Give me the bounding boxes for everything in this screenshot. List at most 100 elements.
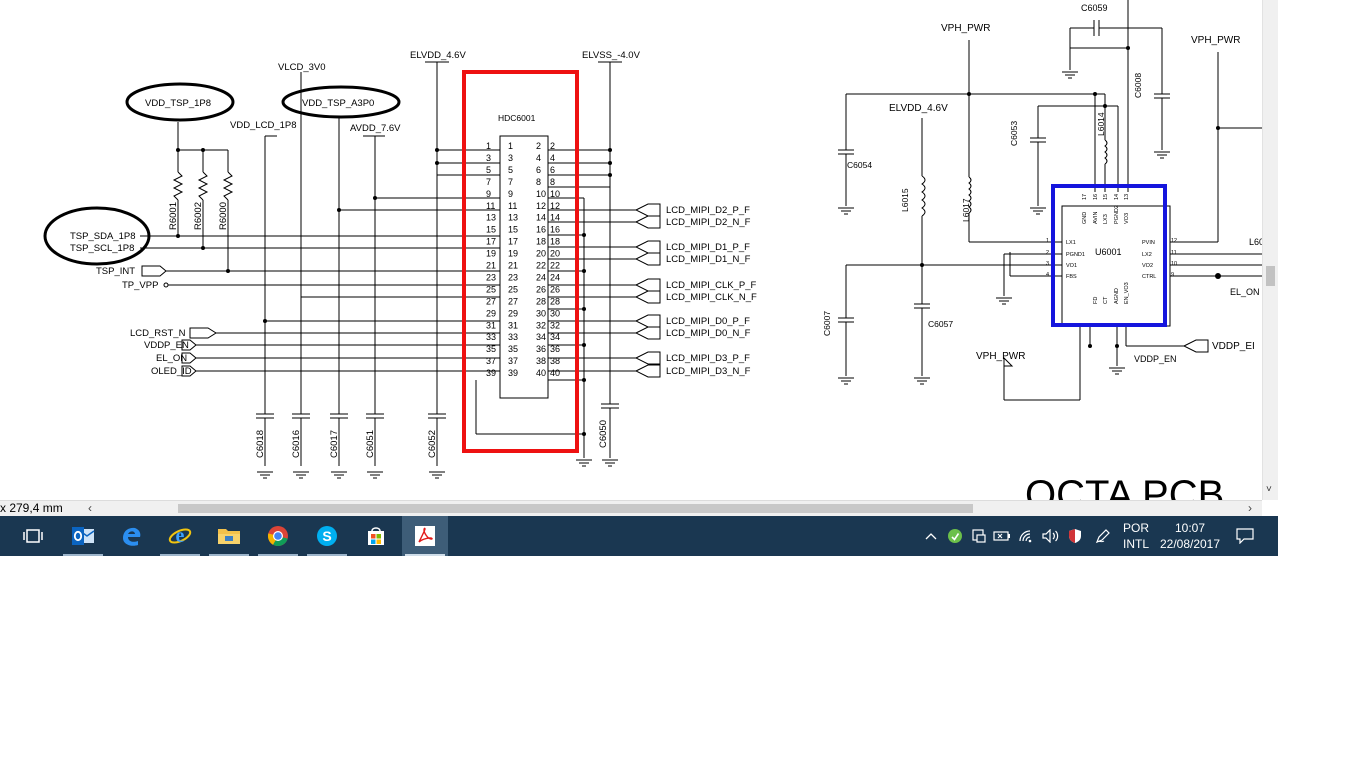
ic-pin-left: LX1	[1066, 240, 1076, 246]
acrobat-button[interactable]	[402, 516, 448, 556]
label-c6053: C6053	[1009, 121, 1019, 146]
label-c6008: C6008	[1133, 73, 1143, 98]
label-mipi-d2-p: LCD_MIPI_D2_P_F	[666, 205, 750, 216]
connector-pin-inner-odd: 5	[508, 165, 513, 175]
leaf-app-icon	[948, 529, 962, 543]
connector-pin-inner-even: 26	[536, 284, 546, 294]
volume-button[interactable]	[1040, 516, 1062, 556]
ic-pin-right: LX2	[1142, 252, 1152, 258]
ic-pin-number-left: 2	[1046, 250, 1049, 256]
internet-explorer-button[interactable]: e	[157, 516, 203, 556]
input-language-button[interactable]: POR INTL	[1116, 520, 1156, 552]
ic-pin-right: VO2	[1142, 263, 1153, 269]
show-hidden-icons-button[interactable]	[920, 516, 942, 556]
store-button[interactable]	[353, 516, 399, 556]
connector-pin-outer-even: 38	[550, 356, 560, 366]
ic-pin-number-top: 16	[1093, 194, 1099, 200]
ic-pin-top: VO3	[1124, 213, 1130, 224]
horizontal-scroll-thumb[interactable]	[178, 504, 973, 513]
action-center-button[interactable]	[1232, 516, 1258, 556]
label-c6018: C6018	[255, 430, 266, 458]
label-l6017: L6017	[961, 198, 971, 222]
connector-pin-inner-odd: 35	[508, 344, 518, 354]
label-vlcd-3v0: VLCD_3V0	[278, 62, 326, 73]
vertical-scroll-thumb[interactable]	[1266, 266, 1275, 286]
connector-pin-inner-even: 24	[536, 272, 546, 282]
connector-pin-outer-odd: 7	[486, 177, 491, 187]
edge-button[interactable]	[108, 516, 154, 556]
connector-pin-inner-odd: 7	[508, 177, 513, 187]
language-code: POR	[1122, 521, 1149, 535]
vertical-scrollbar[interactable]: ˅	[1262, 0, 1278, 500]
connector-pin-inner-even: 36	[536, 344, 546, 354]
explorer-open-indicator	[209, 554, 249, 556]
label-lcd-rst-n: LCD_RST_N	[130, 328, 186, 339]
skype-button[interactable]: S	[304, 516, 350, 556]
pen-workspace-button[interactable]	[1092, 516, 1114, 556]
folder-icon	[218, 529, 240, 544]
label-connector-ref: HDC6001	[498, 113, 536, 123]
security-button[interactable]	[1064, 516, 1086, 556]
label-elvdd-4v6: ELVDD_4.6V	[410, 50, 466, 61]
label-tp-vpp: TP_VPP	[122, 280, 158, 291]
label-mipi-clk-p: LCD_MIPI_CLK_P_F	[666, 280, 756, 291]
connector-pin-inner-odd: 1	[508, 141, 513, 151]
clock-button[interactable]: 10:07 22/08/2017	[1156, 520, 1224, 552]
chevron-up-icon	[925, 533, 937, 540]
label-oled-id: OLED_ID	[151, 366, 192, 377]
svg-text:e: e	[176, 525, 185, 547]
keyboard-layout: INTL	[1122, 537, 1149, 551]
outlook-button[interactable]	[60, 516, 106, 556]
chrome-button[interactable]	[255, 516, 301, 556]
label-mipi-d1-p: LCD_MIPI_D1_P_F	[666, 242, 750, 253]
scroll-right-arrow[interactable]: ›	[1248, 501, 1252, 515]
connector-pin-outer-even: 36	[550, 344, 560, 354]
edge-icon	[123, 527, 141, 546]
label-l6014: L6014	[1096, 112, 1106, 136]
connector-pin-inner-odd: 13	[508, 213, 518, 223]
connector-pin-inner-even: 6	[536, 165, 541, 175]
label-vddp-en-flag: VDDP_EI	[1212, 341, 1255, 352]
label-c6016: C6016	[291, 430, 302, 458]
label-r6001: R6001	[168, 202, 179, 230]
connector-pin-outer-odd: 19	[486, 249, 496, 259]
label-vdd-tsp-1p8: VDD_TSP_1P8	[145, 98, 211, 109]
label-mipi-clk-n: LCD_MIPI_CLK_N_F	[666, 292, 757, 303]
ic-pin-bottom: AGND	[1114, 288, 1120, 304]
battery-button[interactable]	[991, 516, 1013, 556]
ic-pin-number-top: 15	[1103, 194, 1109, 200]
connector-pin-inner-odd: 9	[508, 189, 513, 199]
acrobat-open-indicator	[405, 554, 445, 556]
connector-pin-inner-even: 34	[536, 332, 546, 342]
label-elvdd-right: ELVDD_4.6V	[889, 103, 948, 114]
notification-icon	[1236, 528, 1254, 544]
skype-icon: S	[317, 526, 337, 546]
scroll-down-arrow[interactable]: ˅	[1266, 484, 1272, 495]
scroll-left-arrow[interactable]: ‹	[88, 501, 92, 515]
file-explorer-button[interactable]	[206, 516, 252, 556]
pen-icon	[1095, 529, 1110, 544]
ic-pin-right: CTRL	[1142, 274, 1156, 280]
wifi-icon	[1019, 530, 1032, 543]
connector-pin-inner-even: 18	[536, 237, 546, 247]
connector-pin-inner-odd: 3	[508, 153, 513, 163]
connector-pin-inner-odd: 17	[508, 237, 518, 247]
network-button[interactable]	[1016, 516, 1038, 556]
connector-pin-outer-odd: 9	[486, 189, 491, 199]
connector-pin-inner-odd: 15	[508, 225, 518, 235]
tray-device-button[interactable]	[968, 516, 990, 556]
label-elvss: ELVSS_-4.0V	[582, 50, 641, 61]
label-vph-pwr-bottom: VPH_PWR	[976, 351, 1025, 362]
label-c6051: C6051	[365, 430, 376, 458]
ic-pin-number-right: 11	[1171, 250, 1177, 256]
task-view-icon	[23, 529, 43, 543]
horizontal-scrollbar[interactable]	[100, 504, 1245, 513]
pdf-document-viewport[interactable]: VDD_TSP_1P8 VDD_TSP_A3P0 VLCD_3V0 VDD_LC…	[0, 0, 1278, 500]
ic-pin-top: AVIN	[1093, 212, 1099, 224]
task-view-button[interactable]	[10, 516, 56, 556]
ic-pin-number-right: 12	[1171, 238, 1177, 244]
label-mipi-d3-p: LCD_MIPI_D3_P_F	[666, 353, 750, 364]
connector-pin-outer-odd: 21	[486, 261, 496, 271]
connector-pin-inner-odd: 23	[508, 272, 518, 282]
tray-app-button[interactable]	[944, 516, 966, 556]
